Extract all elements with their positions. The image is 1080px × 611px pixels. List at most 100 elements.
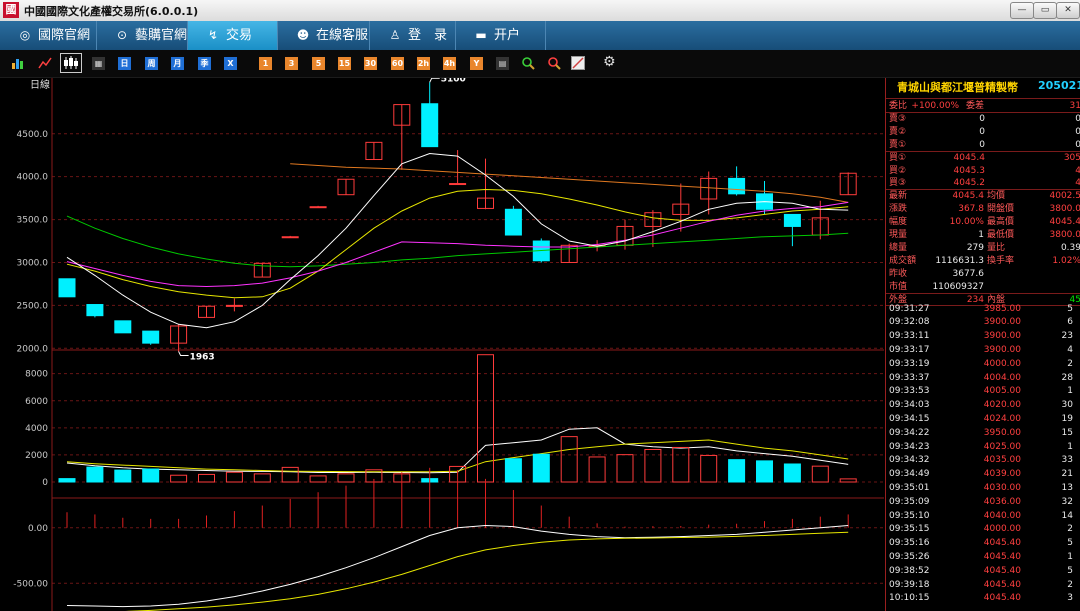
tick-time: 09:38:52 — [889, 565, 930, 576]
tick-volume: 33 — [1061, 455, 1073, 466]
settings-gear-icon[interactable]: ⚙ — [603, 54, 616, 70]
volume-tick-label: 0 — [42, 478, 48, 488]
stat-row: 最新 4045.4 均價 4002.5 — [886, 190, 1080, 202]
candle-body — [142, 330, 160, 344]
tick-time: 09:33:11 — [889, 331, 930, 342]
tick-volume: 30 — [1061, 400, 1073, 411]
volume-bar — [504, 458, 522, 483]
period-30min-button[interactable]: 30 — [364, 57, 377, 70]
tick-price: 4000.00 — [983, 358, 1021, 369]
buy-qty: 4 — [1075, 165, 1080, 176]
tick-time: 09:34:32 — [889, 455, 930, 466]
tick-price: 4040.00 — [983, 510, 1021, 521]
nav-trade[interactable]: ↯ 交易 — [188, 21, 278, 50]
calendar-icon[interactable]: ▦ — [92, 57, 105, 70]
stat-label: 最高價 — [987, 217, 1015, 228]
zoom-in-icon[interactable] — [521, 56, 535, 70]
period-year-button[interactable]: Y — [470, 57, 483, 70]
tick-row: 09:35:10 4040.00 14 — [886, 510, 1080, 522]
buy-price: 4045.3 — [953, 165, 986, 176]
candle-body — [281, 236, 299, 239]
stat-label: 量比 — [987, 242, 1006, 253]
tick-price: 4020.00 — [983, 400, 1021, 411]
tick-row: 09:38:52 4045.40 5 — [886, 565, 1080, 577]
candle-body — [504, 208, 522, 236]
zoom-out-icon[interactable] — [547, 56, 561, 70]
stat-row: 總量 279 量比 0.39 — [886, 242, 1080, 254]
bar-chart-icon[interactable] — [11, 56, 25, 70]
period-day-button[interactable]: 日 — [118, 57, 131, 70]
volume-tick-label: 2000 — [25, 451, 48, 461]
price-tick-label: 4500.0 — [17, 130, 49, 140]
quote-value: +100.00% — [911, 101, 959, 111]
tick-row: 09:34:22 3950.00 15 — [886, 427, 1080, 439]
nav-intl-site[interactable]: ◎ 國際官網 — [0, 21, 97, 50]
period-1min-button[interactable]: 1 — [259, 57, 272, 70]
tick-time: 09:33:19 — [889, 358, 930, 369]
period-3min-button[interactable]: 3 — [285, 57, 298, 70]
period-5min-button[interactable]: 5 — [312, 57, 325, 70]
minimize-button[interactable]: — — [1010, 2, 1034, 19]
period-week-button[interactable]: 周 — [145, 57, 158, 70]
candle-body — [728, 177, 746, 195]
tick-time: 09:35:01 — [889, 482, 930, 493]
user-icon: ♙ — [389, 28, 401, 42]
quote-value: 31 — [1069, 101, 1080, 111]
stat-label: 均價 — [987, 191, 1006, 202]
buy-row: 買① 4045.4 305 — [886, 152, 1080, 164]
close-button[interactable]: ✕ — [1056, 2, 1080, 19]
tick-row: 09:34:15 4024.00 19 — [886, 413, 1080, 425]
stat-value: 367.8 — [958, 204, 984, 215]
maximize-button[interactable]: ▭ — [1033, 2, 1057, 19]
period-x-button[interactable]: X — [224, 57, 237, 70]
stat-label: 總量 — [889, 242, 908, 253]
tick-time: 09:35:26 — [889, 551, 930, 562]
buy-qty: 4 — [1075, 178, 1080, 189]
tick-row: 09:35:15 4000.00 2 — [886, 523, 1080, 535]
tick-volume: 32 — [1061, 496, 1073, 507]
stat-row: 漲跌 367.8 開盤價 3800.0 — [886, 203, 1080, 215]
tick-time: 09:34:49 — [889, 469, 930, 480]
window-title: 中國國際文化產權交易所(6.0.0.1) — [24, 5, 199, 18]
export-icon[interactable]: ▤ — [496, 57, 509, 70]
volume-bar — [756, 460, 773, 483]
nav-open-account[interactable]: ▬ 开户 — [456, 21, 546, 50]
stat-value: 279 — [966, 242, 984, 253]
period-60min-button[interactable]: 60 — [391, 57, 404, 70]
sell-qty: 0 — [1075, 113, 1080, 124]
tick-time: 09:34:22 — [889, 427, 930, 438]
candlestick-view-button[interactable] — [60, 53, 82, 73]
sell-row: 賣② 0 0 — [886, 126, 1080, 138]
kline-chart[interactable]: 日線 4500.04000.03500.03000.02500.02000.0 … — [0, 78, 884, 611]
chat-icon: ☻ — [296, 28, 310, 42]
tick-volume: 3 — [1067, 593, 1073, 604]
volume-bar — [142, 468, 160, 483]
tick-row: 10:10:15 4045.40 3 — [886, 592, 1080, 604]
period-month-button[interactable]: 月 — [171, 57, 184, 70]
nav-art-site[interactable]: ⊙ 藝購官網 — [97, 21, 188, 50]
period-2h-button[interactable]: 2h — [417, 57, 430, 70]
main-nav: ◎ 國際官網 ⊙ 藝購官網 ↯ 交易 ☻ 在線客服 ♙ 登 录 ▬ 开户 — [0, 21, 1080, 50]
nav-online-service[interactable]: ☻ 在線客服 — [278, 21, 370, 50]
tick-time: 09:33:53 — [889, 386, 930, 397]
period-quarter-button[interactable]: 季 — [198, 57, 211, 70]
period-15min-button[interactable]: 15 — [338, 57, 351, 70]
tick-volume: 5 — [1067, 538, 1073, 549]
candle-body — [309, 206, 327, 209]
tick-volume: 28 — [1061, 372, 1073, 383]
tick-price: 4005.00 — [983, 386, 1021, 397]
tick-time: 09:33:37 — [889, 372, 930, 383]
tick-price: 3950.00 — [983, 427, 1021, 438]
period-4h-button[interactable]: 4h — [443, 57, 456, 70]
globe-icon: ◎ — [19, 28, 31, 42]
tick-volume: 6 — [1067, 317, 1073, 328]
stat-value: 0.39 — [1060, 242, 1080, 253]
tick-volume: 5 — [1067, 303, 1073, 314]
volume-bar — [86, 466, 104, 483]
nav-login[interactable]: ♙ 登 录 — [370, 21, 456, 50]
draw-line-icon[interactable] — [571, 56, 585, 70]
tick-row: 09:33:37 4004.00 28 — [886, 372, 1080, 384]
candle-body — [421, 103, 439, 148]
line-chart-icon[interactable] — [38, 56, 52, 70]
tick-price: 4045.40 — [983, 551, 1021, 562]
